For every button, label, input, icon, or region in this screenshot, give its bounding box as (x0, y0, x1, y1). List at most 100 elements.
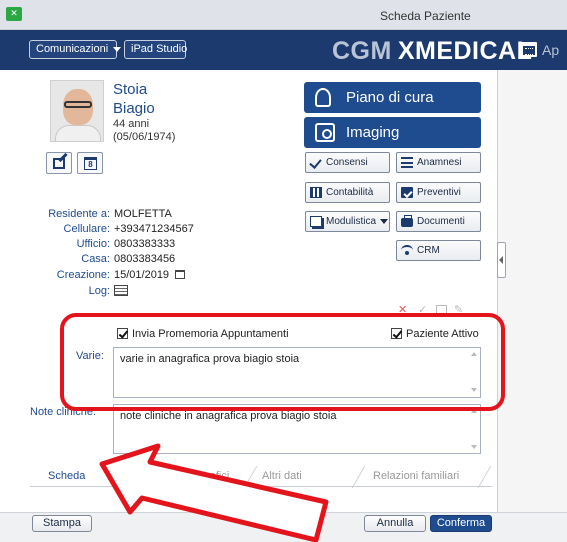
cellulare-label: Cellulare: (63, 223, 110, 235)
tab-scheda[interactable]: Scheda (48, 470, 85, 482)
anamnesi-label: Anamnesi (417, 157, 462, 168)
note-cliniche-textarea[interactable]: note cliniche in anagrafica prova biagio… (113, 404, 481, 454)
residente-label: Residente a: (48, 208, 110, 220)
calendar-date-icon: 8 (84, 157, 97, 170)
brand-name: XMEDICAL (397, 37, 533, 65)
tab-separator (131, 466, 146, 488)
briefcase-icon (401, 215, 413, 227)
photo-glasses (64, 101, 92, 108)
checkmark-icon (310, 157, 322, 168)
imaging-icon (315, 123, 335, 142)
promemoria-checkbox-row[interactable]: Invia Promemoria Appuntamenti (117, 328, 289, 341)
info-residente: Residente a: MOLFETTA (0, 207, 300, 221)
patient-age-years: 44 anni (113, 118, 150, 130)
note-cliniche-scrollbar[interactable] (470, 409, 478, 449)
modulistica-label: Modulistica (326, 216, 377, 227)
documenti-button[interactable]: Documenti (396, 211, 481, 232)
anamnesi-button[interactable]: Anamnesi (396, 152, 481, 173)
comunicazioni-label: Comunicazioni (36, 43, 109, 55)
crm-button[interactable]: CRM (396, 240, 481, 261)
pencil-icon[interactable]: ✎ (454, 305, 463, 316)
log-icon[interactable] (114, 285, 128, 296)
appointments-partial-label[interactable]: Ap (542, 42, 559, 58)
tab-relazioni-familiari[interactable]: Relazioni familiari (373, 470, 459, 482)
comunicazioni-dropdown[interactable]: Comunicazioni (29, 40, 122, 59)
tab-altri-dati[interactable]: Altri dati (262, 470, 302, 482)
varie-scrollbar[interactable] (470, 352, 478, 392)
varie-textarea[interactable]: varie in anagrafica prova biagio stoia (113, 347, 481, 398)
info-casa: Casa: 0803383456 (0, 252, 300, 266)
quote-document-icon (401, 187, 413, 198)
patient-calendar-button[interactable]: 8 (77, 152, 103, 174)
info-creazione: Creazione: 15/01/2019 (0, 268, 300, 282)
piano-di-cura-button[interactable]: Piano di cura (304, 82, 481, 113)
casa-label: Casa: (81, 253, 110, 265)
clear-icon[interactable]: ✕ (398, 305, 407, 316)
casa-value: 0803383456 (114, 253, 176, 265)
patient-first-name: Biagio (113, 100, 155, 117)
modulistica-dropdown[interactable]: Modulistica (305, 211, 390, 232)
residente-value: MOLFETTA (114, 208, 172, 220)
right-side-panel (497, 70, 567, 512)
info-log: Log: (0, 284, 300, 298)
piano-di-cura-label: Piano di cura (346, 89, 434, 106)
patient-photo[interactable] (50, 80, 104, 142)
chevron-down-icon (380, 218, 389, 224)
wifi-icon (401, 245, 413, 256)
calculator-icon (310, 187, 322, 198)
creazione-label: Creazione: (56, 269, 110, 281)
ufficio-value: 0803383333 (114, 238, 176, 250)
note-cliniche-value: note cliniche in anagrafica prova biagio… (120, 410, 337, 422)
treatment-plan-icon (315, 88, 331, 107)
app-header: Comunicazioni iPad Studio CGM XMEDICAL Ap (0, 30, 567, 70)
patient-surname: Stoia (113, 81, 148, 98)
contabilita-button[interactable]: Contabilità (305, 182, 390, 203)
info-cellulare: Cellulare: +393471234567 (0, 222, 300, 236)
varie-value: varie in anagrafica prova biagio stoia (120, 353, 300, 365)
attivo-checkbox-row[interactable]: Paziente Attivo (391, 328, 479, 341)
patient-age: 44 anni (05/06/1974) (113, 118, 175, 144)
crm-label: CRM (417, 245, 440, 256)
tab-dati-anagrafici[interactable]: Dati anagrafici (159, 470, 229, 482)
imaging-button[interactable]: Imaging (304, 117, 481, 148)
creazione-value-wrap: 15/01/2019 (114, 268, 186, 282)
preventivi-label: Preventivi (417, 187, 461, 198)
varie-label: Varie: (76, 350, 104, 362)
tab-underline (30, 486, 492, 487)
app-logo-icon: ✕ (6, 7, 22, 21)
window-titlebar: ✕ Scheda Paziente (0, 0, 567, 30)
save-icon[interactable] (436, 305, 447, 315)
brand-logo: CGM XMEDICAL (332, 37, 532, 66)
stampa-button[interactable]: Stampa (32, 515, 92, 532)
conferma-button[interactable]: Conferma (430, 515, 492, 532)
consensi-label: Consensi (326, 157, 368, 168)
promemoria-label: Invia Promemoria Appuntamenti (132, 328, 289, 340)
calendar-icon[interactable] (521, 42, 537, 57)
contabilita-label: Contabilità (326, 187, 374, 198)
edit-patient-button[interactable] (46, 152, 72, 174)
panel-collapse-handle[interactable] (497, 242, 506, 278)
brand-prefix: CGM (332, 37, 392, 65)
patient-name: Stoia Biagio (113, 80, 155, 118)
window-title: Scheda Paziente (380, 9, 471, 23)
annulla-button[interactable]: Annulla (364, 515, 426, 532)
note-cliniche-label: Note cliniche: (30, 406, 97, 418)
ipad-studio-button[interactable]: iPad Studio (124, 40, 187, 59)
tab-separator (243, 466, 258, 488)
attivo-label: Paziente Attivo (406, 328, 479, 340)
attivo-checkbox[interactable] (391, 328, 402, 339)
documenti-label: Documenti (417, 216, 465, 227)
imaging-label: Imaging (346, 124, 400, 141)
patient-birth-date: (05/06/1974) (113, 131, 176, 143)
photo-shirt (55, 125, 101, 141)
cellulare-value: +393471234567 (114, 223, 194, 235)
preventivi-button[interactable]: Preventivi (396, 182, 481, 203)
forms-icon (310, 216, 322, 227)
info-ufficio: Ufficio: 0803383333 (0, 237, 300, 251)
promemoria-checkbox[interactable] (117, 328, 128, 339)
confirm-icon[interactable]: ✓ (418, 305, 427, 316)
tab-separator (351, 466, 366, 488)
chevron-down-icon (113, 46, 122, 52)
calendar-icon[interactable] (175, 270, 186, 279)
consensi-button[interactable]: Consensi (305, 152, 390, 173)
